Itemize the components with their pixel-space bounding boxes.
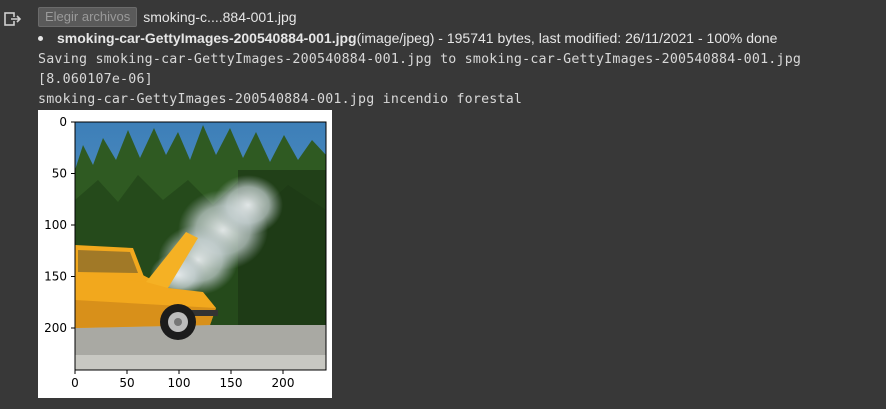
plotted-photo <box>75 122 326 370</box>
chosen-file-name: smoking-c....884-001.jpg <box>143 9 297 25</box>
y-tick-label: 100 <box>44 218 67 232</box>
y-tick-label: 0 <box>59 115 67 129</box>
file-input-row: Elegir archivos smoking-c....884-001.jpg <box>38 6 297 28</box>
uploaded-filename: smoking-car-GettyImages-200540884-001.jp… <box>57 30 357 46</box>
output-line-label: smoking-car-GettyImages-200540884-001.jp… <box>38 92 523 107</box>
x-tick-label: 200 <box>272 376 295 390</box>
x-tick-label: 100 <box>168 376 191 390</box>
output-arrow-icon <box>2 8 24 30</box>
y-tick-label: 150 <box>44 270 67 284</box>
y-tick-label: 50 <box>52 167 67 181</box>
image-plot: 0 50 100 150 200 0 50 100 150 200 <box>44 115 327 390</box>
plot-figure: 0 50 100 150 200 0 50 100 150 200 <box>38 110 332 398</box>
y-tick-label: 200 <box>44 321 67 335</box>
x-tick-label: 50 <box>119 376 134 390</box>
y-axis: 0 50 100 150 200 <box>44 115 75 335</box>
choose-files-button[interactable]: Elegir archivos <box>38 7 138 27</box>
output-line-prediction: [8.060107e-06] <box>38 72 153 87</box>
x-tick-label: 150 <box>220 376 243 390</box>
x-tick-label: 0 <box>71 376 79 390</box>
output-line-saving: Saving smoking-car-GettyImages-200540884… <box>38 52 802 67</box>
bullet-icon <box>38 35 43 41</box>
x-axis: 0 50 100 150 200 <box>71 370 294 390</box>
upload-status-item: smoking-car-GettyImages-200540884-001.jp… <box>38 30 777 46</box>
upload-details: (image/jpeg) - 195741 bytes, last modifi… <box>356 30 778 46</box>
